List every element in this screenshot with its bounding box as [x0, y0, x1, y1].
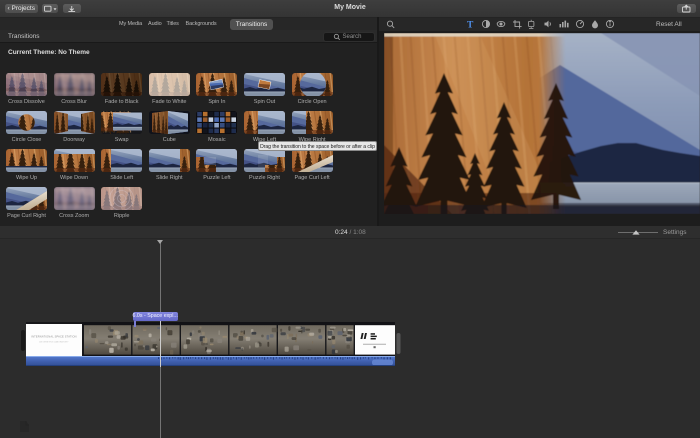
- svg-text:T: T: [467, 21, 474, 31]
- svg-text:AN ORBITING LABORATORY: AN ORBITING LABORATORY: [39, 341, 69, 344]
- svg-text:INTERNATIONAL SPACE STATION: INTERNATIONAL SPACE STATION: [31, 335, 76, 339]
